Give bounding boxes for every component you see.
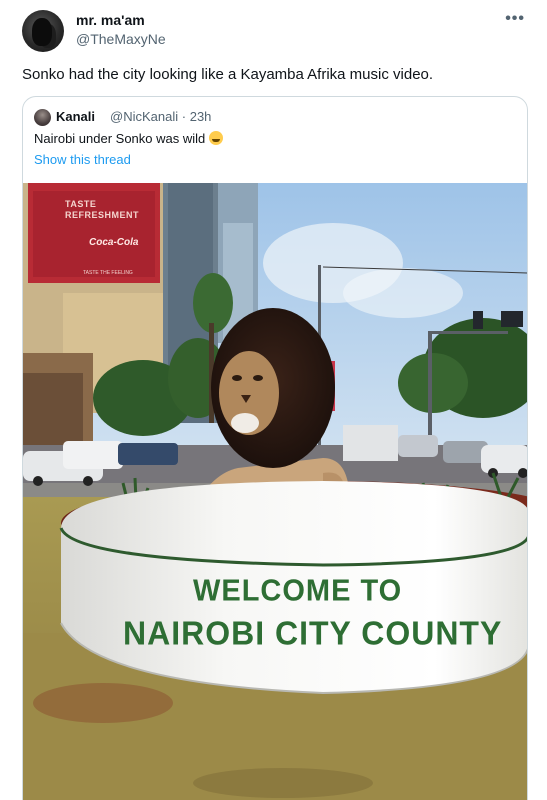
author-avatar[interactable] [22,10,64,52]
billboard-line1: TASTE [65,199,97,209]
tweet-card: mr. ma'am @TheMaxyNe ••• Sonko had the c… [0,0,547,800]
billboard-brand: Coca-Cola [89,237,139,248]
billboard-line2: REFRESHMENT [65,210,140,220]
quoted-tweet-photo[interactable]: TASTE REFRESHMENT Coca-Cola TASTE THE FE… [23,183,527,800]
author-handle[interactable]: @TheMaxyNe [76,31,166,47]
quoted-tweet-text-row: Nairobi under Sonko was wild [34,131,224,146]
grinning-sweat-emoji-icon [209,131,224,145]
quoted-tweet-text: Nairobi under Sonko was wild [34,131,206,146]
quoted-tweet[interactable]: Kanali @NicKanali · 23h Nairobi under So… [22,96,528,800]
quoted-author-name[interactable]: Kanali [56,109,95,124]
billboard-small-text: TASTE THE FEELING [83,270,133,276]
quoted-author-handle[interactable]: @NicKanali [110,109,178,124]
tweet-text: Sonko had the city looking like a Kayamb… [22,66,434,83]
billboard-slogan: TASTE REFRESHMENT [65,199,145,221]
quoted-author-meta: @NicKanali · 23h [110,109,211,124]
sign-welcome-text: WELCOME TO [193,574,403,608]
more-horizontal-icon[interactable]: ••• [505,10,525,28]
quoted-tweet-time[interactable]: 23h [190,109,212,124]
show-thread-link[interactable]: Show this thread [34,152,131,167]
author-display-name[interactable]: mr. ma'am [76,12,145,28]
quoted-author-avatar[interactable] [34,109,51,126]
meta-separator: · [181,109,187,124]
sign-county-text: NAIROBI CITY COUNTY [123,614,503,652]
